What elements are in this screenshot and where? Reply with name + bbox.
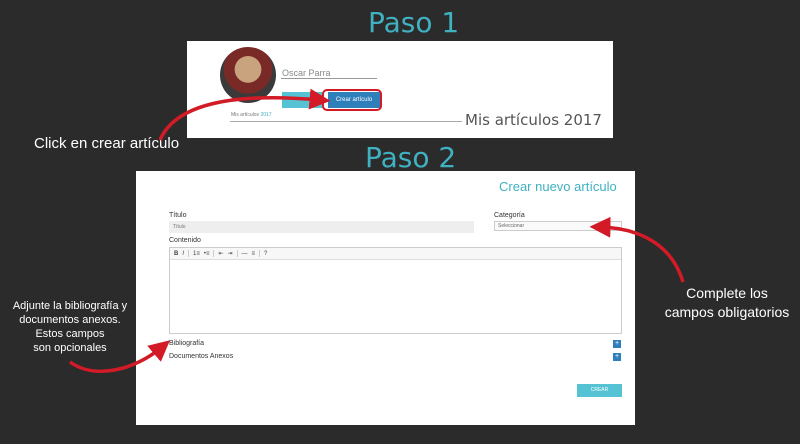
arrow-icon <box>68 340 170 373</box>
annotation-arrows <box>68 88 685 373</box>
arrow-icon <box>158 88 331 141</box>
arrow-icon <box>589 216 685 283</box>
